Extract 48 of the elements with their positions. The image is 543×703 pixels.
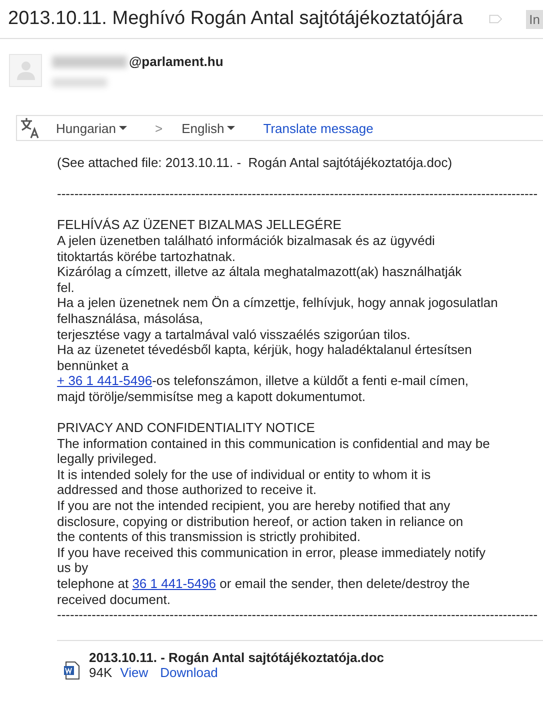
sender-email: @parlament.hu	[129, 54, 224, 69]
email-subject: 2013.10.11. Meghívó Rogán Antal sajtótájékoztatójára	[8, 8, 463, 30]
message-text: -os telefonszámon, illetve a küldőt a fenti e-mail címen,	[152, 373, 469, 388]
file-size: 94K	[89, 664, 112, 680]
message-text: addressed and those authorized to receive it.	[57, 482, 316, 498]
message-text: A jelen üzenetben található információk bizalmasak és az ügyvédi	[57, 232, 435, 248]
attachment-link[interactable]: View	[120, 664, 148, 680]
message-text: us by	[57, 560, 88, 576]
message-text: titoktartás körébe tartozhatnak.	[57, 248, 236, 264]
message-text: or email the sender, then delete/destroy the	[218, 576, 470, 592]
avatar-icon	[9, 54, 42, 87]
message-text: If you have received this communication in error, please immediately notify	[57, 544, 486, 560]
label-icon[interactable]	[488, 13, 502, 25]
blurred-recipient	[52, 78, 107, 87]
message-text: received document.	[57, 592, 170, 607]
message-text: fel.	[57, 280, 74, 295]
message-text: It is intended solely for the use of individual or entity to whom it is	[57, 466, 431, 482]
message-text: the contents of this transmission is strictly prohibited.	[57, 529, 360, 544]
message-text: ---------------------------------------------------------------------------------------------------------------	[57, 186, 538, 202]
inbox-label[interactable]: In	[526, 10, 543, 28]
source-language-dropdown[interactable]: Hungarian	[56, 120, 127, 136]
message-text: disclosure, copying or distribution hereof, or action taken in reliance on	[57, 514, 464, 529]
message-text: terjesztése vagy a tartalmával való visszaélés szigorúan tilos.	[57, 326, 410, 342]
message-text: The information contained in this communication is confidential and may be	[57, 436, 490, 451]
caret-icon	[227, 126, 236, 130]
message-text: PRIVACY AND CONFIDENTIALITY NOTICE	[57, 420, 315, 436]
document-icon	[63, 660, 80, 680]
direction-arrow: >	[155, 120, 163, 136]
message-text: Kizárólag a címzett, illetve az általa meghatalmazott(ak) használhatják	[57, 264, 462, 280]
translate-icon	[20, 117, 40, 139]
message-text: (See attached file: 2013.10.11. - Rogán Antal sajtótájékoztatója.doc)	[57, 155, 452, 170]
translate-link[interactable]: Translate message	[263, 120, 374, 136]
message-text: ---------------------------------------------------------------------------------------------------------------	[57, 607, 538, 622]
message-text: Ha az üzenetet tévedésből kapta, kérjük, hogy haladéktalanul értesítsen	[57, 342, 472, 358]
target-language-dropdown[interactable]: English	[182, 120, 236, 136]
phone-link[interactable]: + 36 1 441-5496	[57, 373, 152, 388]
message-text: majd törölje/semmisítse meg a kapott dokumentumot.	[57, 388, 366, 404]
message-text: FELHÍVÁS AZ ÜZENET BIZALMAS JELLEGÉRE	[57, 217, 342, 232]
phone-link[interactable]: 36 1 441-5496	[132, 576, 216, 592]
attachment-link[interactable]: Download	[160, 664, 218, 680]
message-text: If you are not the intended recipient, you are hereby notified that any	[57, 498, 450, 514]
message-text: telephone at	[57, 576, 130, 592]
message-text: Ha a jelen üzenetnek nem Ön a címzettje, felhívjuk, hogy annak jogosulatlan	[57, 295, 498, 310]
message-text: bennünket a	[57, 358, 129, 373]
message-text: legally privileged.	[57, 451, 157, 466]
message-text: felhasználása, másolása,	[57, 310, 203, 326]
attachment-name: 2013.10.11. - Rogán Antal sajtótájékoztatója.doc	[89, 650, 384, 665]
caret-icon	[119, 126, 127, 130]
